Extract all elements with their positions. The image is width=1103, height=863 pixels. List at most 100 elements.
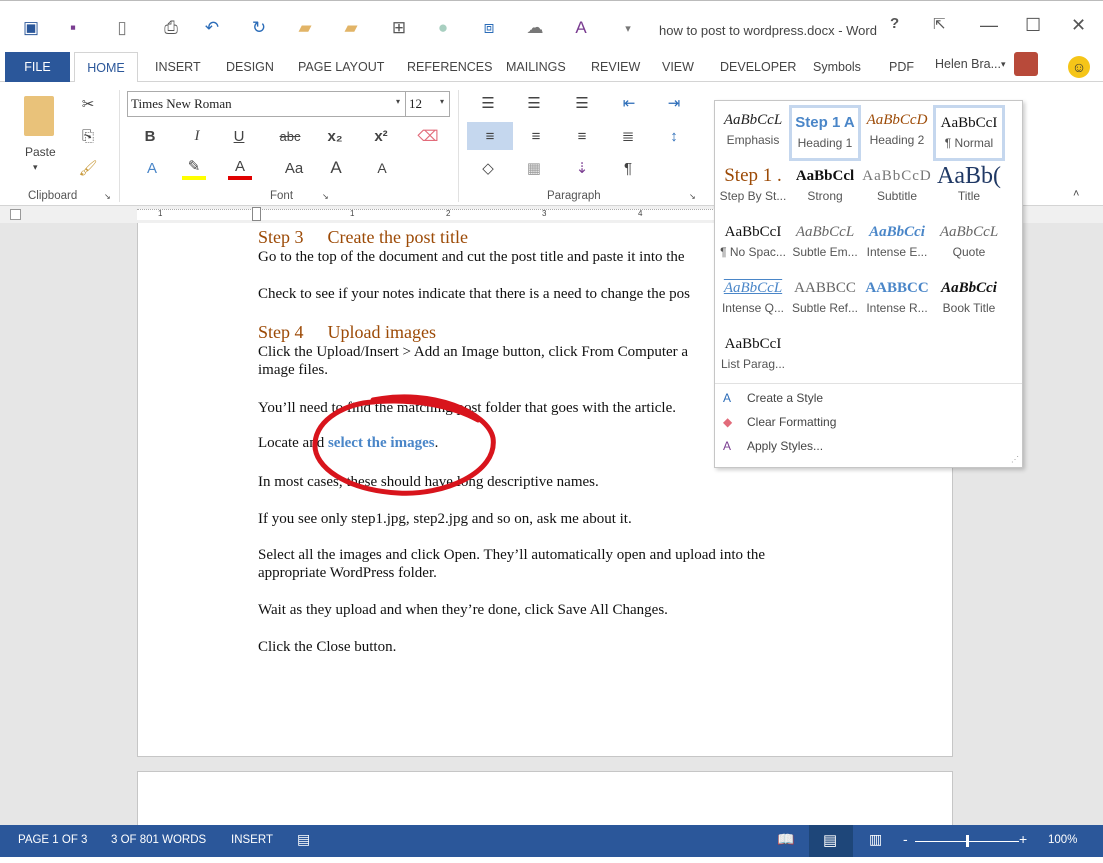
open-icon[interactable]: ▰ (294, 17, 316, 39)
save-icon[interactable]: ▪ (62, 17, 84, 39)
copy-icon[interactable]: ⎘ (76, 124, 100, 148)
undo-icon[interactable]: ↶ (201, 17, 223, 39)
bold-button[interactable]: B (138, 124, 162, 148)
dialog-launcher-icon[interactable]: ↘ (322, 192, 329, 201)
decrease-indent-icon[interactable]: ⇤ (617, 91, 641, 115)
change-case-button[interactable]: Aa (277, 156, 311, 180)
open-recent-icon[interactable]: ▰ (340, 17, 362, 39)
style-item[interactable]: AaBbCcD Heading 2 (861, 105, 933, 161)
print-preview-icon[interactable]: ⎙ (160, 17, 182, 39)
tab-selector[interactable] (10, 209, 21, 220)
style-item[interactable]: AABBCC Intense R... (861, 273, 933, 329)
zoom-slider-thumb[interactable] (966, 835, 969, 847)
apply-styles-menu-item[interactable]: Apply Styles... (747, 439, 823, 453)
read-mode-icon[interactable]: 📖 (777, 831, 794, 848)
bullets-icon[interactable]: ☰ (476, 91, 500, 115)
shrink-font-button[interactable]: A (370, 156, 394, 180)
align-center-icon[interactable]: ≡ (524, 124, 548, 148)
cut-icon[interactable]: ✂ (76, 92, 100, 116)
create-style-menu-item[interactable]: Create a Style (747, 391, 823, 405)
style-item[interactable]: AaBbCcI List Parag... (717, 329, 789, 385)
print-layout-button[interactable]: ▤ (809, 825, 853, 857)
zoom-in-button[interactable]: + (1019, 831, 1027, 847)
avatar[interactable] (1014, 52, 1038, 76)
style-item[interactable]: AABBCC Subtle Ref... (789, 273, 861, 329)
customize-qat-icon[interactable]: ▾ (617, 17, 639, 39)
format-painter-icon[interactable]: 🖌 (76, 156, 100, 180)
style-item[interactable]: AaBbCcI ¶ No Spac... (717, 217, 789, 273)
style-item[interactable]: AaBbCcl Strong (789, 161, 861, 217)
align-right-icon[interactable]: ≡ (570, 124, 594, 148)
tab-insert[interactable]: INSERT (155, 60, 201, 74)
paste-dropdown-icon[interactable]: ▾ (33, 162, 38, 173)
style-item[interactable]: AaBbCci Book Title (933, 273, 1005, 329)
borders-icon[interactable]: ▦ (522, 156, 546, 180)
show-formatting-button[interactable]: ¶ (616, 156, 640, 180)
italic-button[interactable]: I (185, 124, 209, 148)
minimize-button[interactable]: — (980, 15, 998, 36)
macro-recording-icon[interactable]: ▤ (297, 831, 310, 848)
tab-developer[interactable]: DEVELOPER (720, 60, 796, 74)
grow-font-button[interactable]: A (324, 156, 348, 180)
tab-file[interactable]: FILE (5, 52, 70, 82)
strikethrough-button[interactable]: abc (275, 124, 305, 148)
tab-references[interactable]: REFERENCES (407, 60, 492, 74)
paste-button[interactable]: Paste (25, 145, 56, 159)
smiley-feedback-icon[interactable]: ☺ (1068, 56, 1090, 78)
superscript-button[interactable]: x² (369, 124, 393, 148)
redo-icon[interactable]: ↻ (248, 17, 270, 39)
resize-grip-icon[interactable]: ⋰ (1011, 455, 1019, 464)
style-item[interactable]: Step 1 A Heading 1 (789, 105, 861, 161)
spelling-icon[interactable]: A (570, 17, 592, 39)
insert-mode[interactable]: INSERT (231, 834, 273, 846)
style-item[interactable]: AaBbCcL Intense Q... (717, 273, 789, 329)
tab-home[interactable]: HOME (74, 52, 138, 83)
subscript-button[interactable]: x₂ (323, 124, 347, 148)
font-color-icon[interactable]: A (228, 156, 252, 180)
tab-design[interactable]: DESIGN (226, 60, 274, 74)
style-item[interactable]: AaBbCcD Subtitle (861, 161, 933, 217)
text-effects-icon[interactable]: A (140, 156, 164, 180)
align-left-button[interactable]: ≡ (467, 122, 513, 150)
ribbon-display-options-button[interactable]: ⇱ (933, 15, 946, 33)
layout-icon[interactable]: ⊞ (388, 17, 410, 39)
chevron-down-icon[interactable]: ▾ (440, 97, 444, 106)
line-spacing-icon[interactable]: ↕ (662, 124, 686, 148)
sort-icon[interactable]: ⇣ (570, 156, 594, 180)
increase-indent-icon[interactable]: ⇥ (662, 91, 686, 115)
style-item[interactable]: Step 1 . Step By St... (717, 161, 789, 217)
highlight-color-icon[interactable]: ✎ (182, 156, 206, 180)
tab-view[interactable]: VIEW (662, 60, 694, 74)
help-button[interactable]: ? (890, 15, 899, 32)
web-layout-icon[interactable]: ▥ (869, 831, 882, 848)
clear-formatting-icon[interactable]: ⌫ (416, 124, 440, 148)
zoom-level[interactable]: 100% (1048, 834, 1077, 846)
picture-icon[interactable]: ⧈ (478, 17, 500, 39)
tab-symbols[interactable]: Symbols (813, 60, 861, 74)
clear-formatting-menu-item[interactable]: Clear Formatting (747, 415, 836, 429)
style-item[interactable]: AaBbCcL Quote (933, 217, 1005, 273)
shading-icon[interactable]: ◇ (476, 156, 500, 180)
justify-icon[interactable]: ≣ (616, 124, 640, 148)
style-item[interactable]: AaBbCcL Emphasis (717, 105, 789, 161)
maximize-button[interactable]: ☐ (1025, 15, 1041, 36)
collapse-ribbon-icon[interactable]: ˄ (1073, 188, 1079, 200)
page-count[interactable]: PAGE 1 OF 3 (18, 834, 87, 846)
font-name-combo[interactable]: Times New Roman (127, 91, 406, 117)
style-item[interactable]: AaBbCcI ¶ Normal (933, 105, 1005, 161)
user-dropdown-icon[interactable]: ▾ (1001, 59, 1006, 70)
tab-mailings[interactable]: MAILINGS (506, 60, 566, 74)
style-item[interactable]: AaBbCcL Subtle Em... (789, 217, 861, 273)
tab-page-layout[interactable]: PAGE LAYOUT (298, 60, 384, 74)
paste-icon[interactable] (24, 96, 54, 136)
multilevel-list-icon[interactable]: ☰ (570, 91, 594, 115)
word-count[interactable]: 3 OF 801 WORDS (111, 834, 206, 846)
underline-button[interactable]: U (227, 124, 251, 148)
new-document-icon[interactable]: ▯ (111, 17, 133, 39)
dialog-launcher-icon[interactable]: ↘ (689, 192, 696, 201)
ruler-bar[interactable] (137, 209, 717, 220)
numbering-icon[interactable]: ☰ (522, 91, 546, 115)
chevron-down-icon[interactable]: ▾ (396, 97, 400, 106)
zoom-out-button[interactable]: - (903, 831, 908, 847)
indent-marker[interactable] (252, 207, 261, 221)
